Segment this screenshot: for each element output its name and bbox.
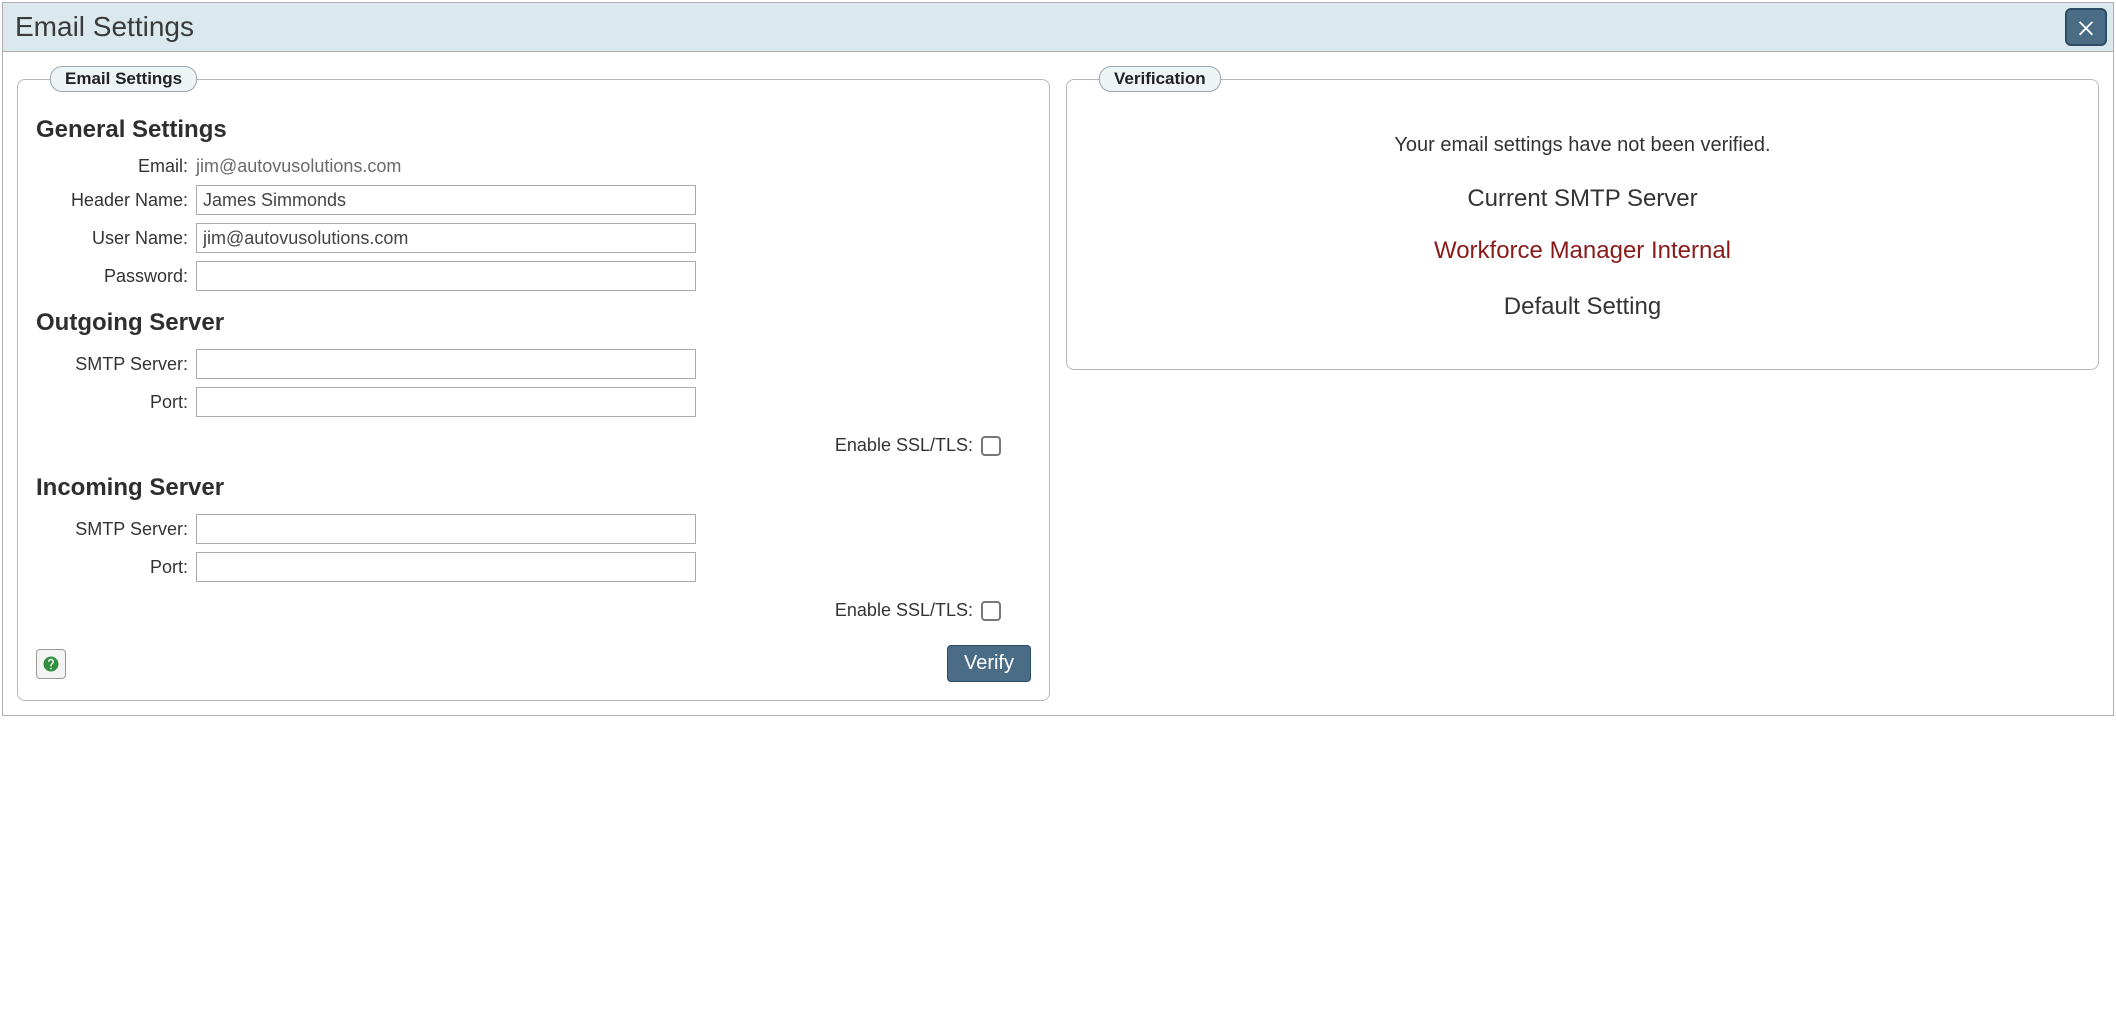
incoming-ssl-label: Enable SSL/TLS: [835,600,973,621]
user-name-label: User Name: [36,228,196,249]
current-smtp-label: Current SMTP Server [1095,185,2070,213]
outgoing-ssl-row: Enable SSL/TLS: [36,435,1001,456]
verification-content: Your email settings have not been verifi… [1085,110,2080,351]
outgoing-port-row: Port: [36,387,1031,417]
email-settings-panel: Email Settings General Settings Email: j… [17,66,1050,701]
incoming-port-label: Port: [36,557,196,578]
email-value: jim@autovusolutions.com [196,156,401,177]
outgoing-ssl-label: Enable SSL/TLS: [835,435,973,456]
header-name-label: Header Name: [36,190,196,211]
verify-button[interactable]: Verify [947,645,1031,682]
close-button[interactable] [2065,8,2107,46]
dialog-body: Email Settings General Settings Email: j… [3,52,2113,715]
incoming-port-row: Port: [36,552,1031,582]
outgoing-smtp-label: SMTP Server: [36,354,196,375]
verification-legend: Verification [1099,66,1221,92]
outgoing-port-input[interactable] [196,387,696,417]
outgoing-smtp-row: SMTP Server: [36,349,1031,379]
dialog-header: Email Settings [3,3,2113,52]
general-settings-heading: General Settings [36,116,1031,144]
incoming-server-heading: Incoming Server [36,474,1031,502]
close-icon [2075,16,2097,38]
incoming-smtp-label: SMTP Server: [36,519,196,540]
password-row: Password: [36,261,1031,291]
incoming-ssl-row: Enable SSL/TLS: [36,600,1001,621]
incoming-smtp-input[interactable] [196,514,696,544]
header-name-input[interactable] [196,185,696,215]
user-name-row: User Name: [36,223,1031,253]
password-input[interactable] [196,261,696,291]
email-row: Email: jim@autovusolutions.com [36,156,1031,177]
incoming-smtp-row: SMTP Server: [36,514,1031,544]
incoming-port-input[interactable] [196,552,696,582]
left-footer: Verify [36,645,1031,682]
header-name-row: Header Name: [36,185,1031,215]
password-label: Password: [36,266,196,287]
outgoing-ssl-checkbox[interactable] [981,436,1001,456]
outgoing-smtp-input[interactable] [196,349,696,379]
email-settings-legend: Email Settings [50,66,197,92]
incoming-ssl-checkbox[interactable] [981,601,1001,621]
dialog-title: Email Settings [9,7,200,47]
verification-panel: Verification Your email settings have no… [1066,66,2099,370]
help-icon [42,655,60,673]
verification-message: Your email settings have not been verifi… [1095,134,2070,157]
help-button[interactable] [36,649,66,679]
user-name-input[interactable] [196,223,696,253]
email-settings-dialog: Email Settings Email Settings General Se… [2,2,2114,716]
default-setting-label: Default Setting [1095,293,2070,321]
email-label: Email: [36,156,196,177]
outgoing-port-label: Port: [36,392,196,413]
current-smtp-value: Workforce Manager Internal [1095,237,2070,265]
outgoing-server-heading: Outgoing Server [36,309,1031,337]
